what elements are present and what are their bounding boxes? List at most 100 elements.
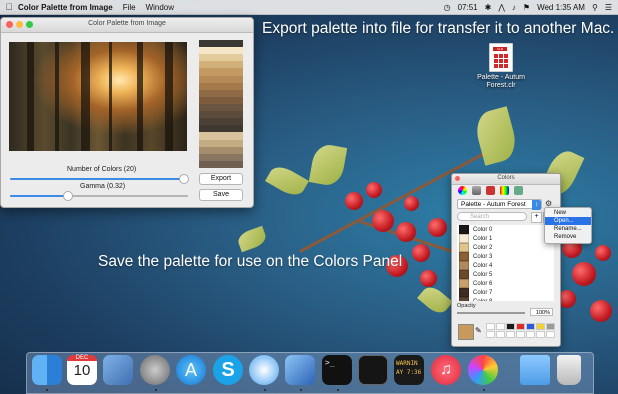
color-swatch	[459, 225, 469, 234]
search-input[interactable]: Search	[457, 212, 527, 221]
swatch-slot[interactable]	[546, 323, 555, 330]
palette-swatch	[199, 118, 243, 126]
safari-icon[interactable]	[249, 355, 279, 385]
downloads-folder-icon[interactable]	[520, 355, 550, 385]
export-button[interactable]: Export	[199, 173, 243, 185]
menu-window[interactable]: Window	[146, 3, 174, 12]
menu-item-remove[interactable]: Remove	[545, 233, 591, 241]
list-item[interactable]: Color 3	[457, 252, 554, 261]
current-color-well[interactable]	[458, 324, 474, 340]
color-palette-app-icon[interactable]	[468, 355, 498, 385]
swatch-slot[interactable]	[496, 323, 505, 330]
palette-select[interactable]: Palette - Autum Forest ↕	[457, 199, 542, 210]
palette-swatch	[199, 111, 243, 119]
color-swatch	[459, 279, 469, 288]
gamma-slider[interactable]	[10, 191, 188, 201]
number-of-colors-slider[interactable]	[10, 174, 189, 184]
sliders-icon[interactable]	[472, 186, 481, 195]
app-store-icon[interactable]: A	[176, 355, 206, 385]
list-item[interactable]: Color 4	[457, 261, 554, 270]
activity-monitor-icon[interactable]	[358, 355, 388, 385]
palette-file[interactable]: CLR Palette - Autum Forest.clr	[472, 43, 530, 90]
apple-menu-icon[interactable]: 	[0, 2, 18, 12]
slider-knob[interactable]	[62, 191, 73, 201]
clock[interactable]: Wed 1:35 AM	[537, 3, 585, 12]
volume-icon[interactable]: ♪	[512, 3, 516, 12]
color-name: Color 7	[473, 289, 493, 296]
color-wheel-icon[interactable]	[458, 186, 467, 195]
swatch-slot[interactable]	[516, 323, 525, 330]
swatch-slot[interactable]	[526, 323, 535, 330]
swatch-slot[interactable]	[486, 323, 495, 330]
calendar-icon[interactable]: DEC 10	[67, 355, 97, 385]
swatch-slot[interactable]	[506, 323, 515, 330]
menu-extras: ◷ 07:51 ✱ ⋀ ♪ ⚑ Wed 1:35 AM ⚲ ☰	[444, 3, 618, 12]
image-palettes-icon[interactable]	[500, 186, 509, 195]
color-name: Color 4	[473, 262, 493, 269]
eyedropper-icon[interactable]: ✎	[475, 326, 482, 335]
menu-file[interactable]: File	[123, 3, 136, 12]
wifi-icon[interactable]: ⋀	[498, 3, 505, 12]
search-icon[interactable]: ⚲	[592, 3, 598, 12]
running-indicator	[155, 389, 157, 391]
palette-swatch	[199, 89, 243, 97]
terminal-icon[interactable]: >_	[322, 355, 352, 385]
menu-item-open[interactable]: Open...	[545, 217, 591, 225]
swatch-slot[interactable]	[536, 323, 545, 330]
list-item[interactable]: Color 2	[457, 243, 554, 252]
palette-swatch	[199, 47, 243, 55]
flag-icon[interactable]: ⚑	[523, 3, 530, 12]
launchpad-icon[interactable]	[140, 355, 170, 385]
file-name: Palette - Autum Forest.clr	[477, 74, 525, 89]
palette-swatch	[199, 153, 243, 161]
swatch-slot[interactable]	[546, 331, 555, 338]
opacity-label: Opacity	[457, 303, 476, 309]
color-list[interactable]: Color 0 Color 1 Color 2 Color 3 Color 4 Color…	[457, 225, 554, 301]
preview-icon[interactable]	[103, 355, 133, 385]
swatch-slot[interactable]	[526, 331, 535, 338]
source-image[interactable]	[9, 42, 187, 151]
slider-knob[interactable]	[178, 174, 189, 184]
finder-icon[interactable]	[32, 355, 62, 385]
panel-title: Colors	[497, 175, 515, 181]
xcode-icon[interactable]	[285, 355, 315, 385]
menu-item-rename[interactable]: Rename...	[545, 225, 591, 233]
list-item[interactable]: Color 8	[457, 297, 554, 301]
swatch-slot[interactable]	[536, 331, 545, 338]
list-item[interactable]: Color 6	[457, 279, 554, 288]
palettes-icon[interactable]	[486, 186, 495, 195]
palette-swatch	[199, 40, 243, 48]
list-item[interactable]: Color 0	[457, 225, 554, 234]
window-titlebar[interactable]: Color Palette from Image	[1, 18, 253, 33]
add-color-button[interactable]: +	[531, 212, 542, 223]
palette-swatch	[199, 82, 243, 90]
swatch-slot[interactable]	[506, 331, 515, 338]
itunes-icon[interactable]: ♫	[431, 355, 461, 385]
crayons-icon[interactable]	[514, 186, 523, 195]
list-item[interactable]: Color 7	[457, 288, 554, 297]
menu-item-new[interactable]: New	[545, 209, 591, 217]
swatch-slot[interactable]	[496, 331, 505, 338]
bluetooth-icon[interactable]: ✱	[485, 3, 492, 12]
list-item[interactable]: Color 1	[457, 234, 554, 243]
swatch-slot[interactable]	[486, 331, 495, 338]
console-icon[interactable]: WARNIN AY 7:36	[394, 355, 424, 385]
swatch-slot[interactable]	[516, 331, 525, 338]
file-badge: CLR	[493, 47, 507, 51]
palette-swatch	[199, 61, 243, 69]
color-name: Color 2	[473, 244, 493, 251]
palette-swatch	[199, 54, 243, 62]
app-menu[interactable]: Color Palette from Image	[18, 3, 113, 12]
opacity-value[interactable]: 100%	[530, 308, 553, 316]
swatch-tray[interactable]	[486, 323, 556, 338]
skype-icon[interactable]: S	[213, 355, 243, 385]
color-swatch	[459, 261, 469, 270]
trash-icon[interactable]	[557, 355, 581, 385]
color-name: Color 0	[473, 226, 493, 233]
save-button[interactable]: Save	[199, 189, 243, 201]
opacity-slider[interactable]	[457, 312, 525, 314]
list-icon[interactable]: ☰	[605, 3, 612, 12]
panel-titlebar[interactable]: Colors	[452, 174, 560, 185]
list-item[interactable]: Color 5	[457, 270, 554, 279]
time-machine-icon[interactable]: ◷	[444, 3, 451, 12]
